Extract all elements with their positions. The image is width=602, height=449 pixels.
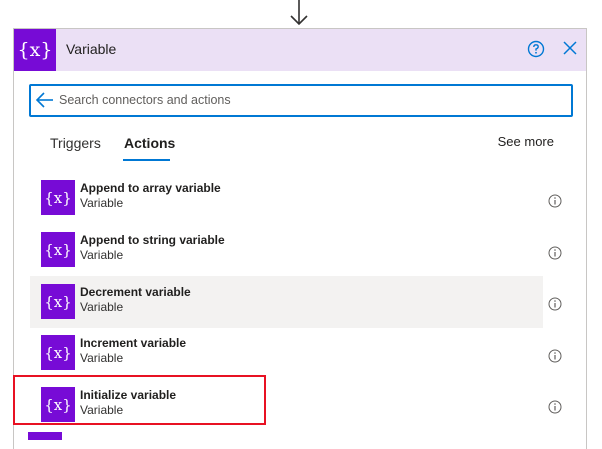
variable-card: {x} Variable Triggers Actions See more {… xyxy=(13,28,587,449)
info-icon[interactable] xyxy=(548,297,562,311)
action-title: Append to string variable xyxy=(80,233,225,247)
action-item-increment-variable[interactable]: {x} Increment variable Variable xyxy=(30,327,543,379)
action-item-append-to-string-variable[interactable]: {x} Append to string variable Variable xyxy=(30,224,543,276)
tab-triggers[interactable]: Triggers xyxy=(50,135,101,151)
action-title: Initialize variable xyxy=(80,388,177,402)
variable-icon: {x} xyxy=(41,284,75,319)
search-box xyxy=(29,84,573,117)
info-icon[interactable] xyxy=(548,194,562,208)
next-item-icon-partial xyxy=(28,432,62,440)
info-icon[interactable] xyxy=(548,400,562,414)
action-item-append-to-array-variable[interactable]: {x} Append to array variable Variable xyxy=(30,172,543,224)
action-connector: Variable xyxy=(80,351,124,365)
card-header[interactable]: {x} Variable xyxy=(14,29,586,71)
action-title: Append to array variable xyxy=(80,181,221,195)
search-input[interactable] xyxy=(59,90,559,110)
variable-icon: {x} xyxy=(41,387,75,422)
variable-icon: {x} xyxy=(41,180,75,215)
tab-actions[interactable]: Actions xyxy=(124,135,175,151)
variable-icon: {x} xyxy=(14,29,56,71)
active-tab-indicator xyxy=(123,159,170,161)
variable-icon: {x} xyxy=(41,232,75,267)
action-title: Decrement variable xyxy=(80,285,191,299)
action-title: Increment variable xyxy=(80,336,187,350)
action-item-decrement-variable[interactable]: {x} Decrement variable Variable xyxy=(30,276,543,328)
close-icon[interactable] xyxy=(561,39,579,57)
action-connector: Variable xyxy=(80,196,124,210)
back-arrow-icon[interactable] xyxy=(35,91,55,109)
card-title: Variable xyxy=(66,41,117,57)
help-circle-icon[interactable] xyxy=(527,40,545,58)
down-arrow-icon xyxy=(290,0,308,26)
info-icon[interactable] xyxy=(548,349,562,363)
action-item-initialize-variable[interactable]: {x} Initialize variable Variable xyxy=(30,379,543,431)
action-connector: Variable xyxy=(80,248,124,262)
info-icon[interactable] xyxy=(548,246,562,260)
action-connector: Variable xyxy=(80,403,124,417)
variable-icon: {x} xyxy=(41,335,75,370)
action-connector: Variable xyxy=(80,300,124,314)
see-more-link[interactable]: See more xyxy=(498,134,554,149)
